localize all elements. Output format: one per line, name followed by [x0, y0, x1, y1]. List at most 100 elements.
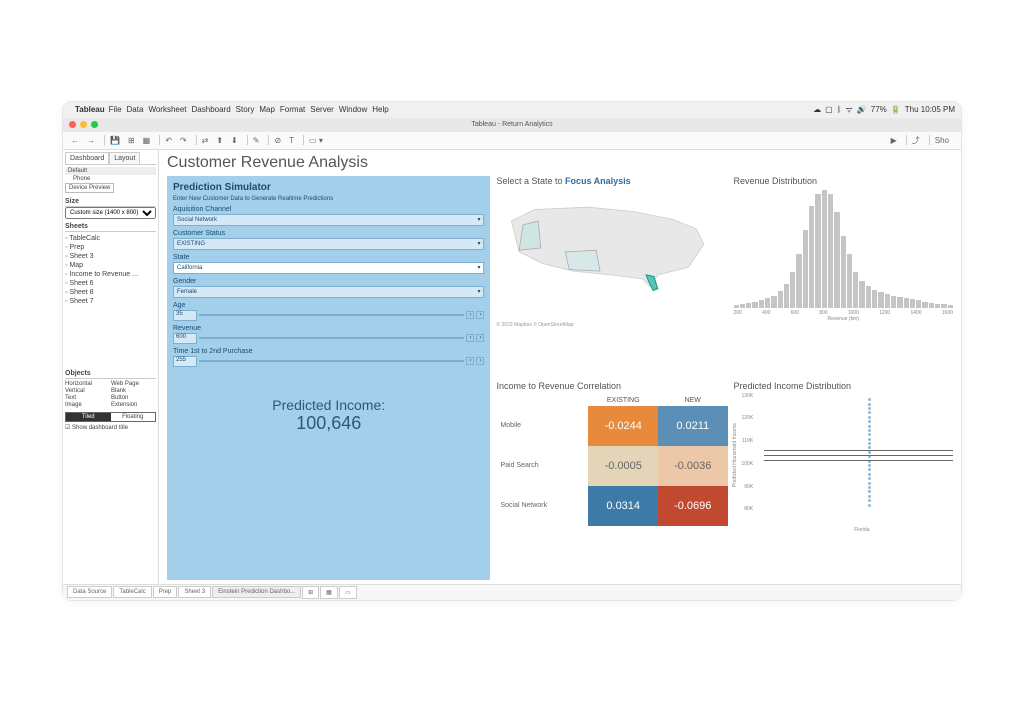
volume-icon[interactable]: 🔊 — [857, 105, 867, 114]
next-icon: › — [476, 311, 484, 319]
new-worksheet-button[interactable]: ⊞ — [302, 586, 319, 599]
battery-level[interactable]: 77% — [871, 105, 887, 114]
sheet-item[interactable]: Map — [65, 261, 156, 270]
prediction-simulator: Prediction Simulator Enter New Customer … — [167, 176, 490, 580]
fit-dropdown[interactable]: ▭ ▾ — [307, 135, 325, 146]
obj-text[interactable]: Text — [65, 395, 110, 401]
map-attribution: © 2023 Mapbox © OpenStreetMap — [496, 322, 573, 328]
sheet-item[interactable]: Sheet 3 — [65, 252, 156, 261]
sheet-tab[interactable]: Prep — [153, 586, 178, 598]
obj-extension[interactable]: Extension — [111, 402, 156, 408]
fullscreen-window-button[interactable] — [91, 121, 98, 128]
sheet-item[interactable]: Prep — [65, 243, 156, 252]
show-title-checkbox[interactable]: ☑ Show dashboard title — [65, 424, 156, 431]
undo-button[interactable]: ↶ — [163, 135, 174, 146]
sheet-item[interactable]: Sheet 7 — [65, 297, 156, 306]
battery-icon[interactable]: 🔋 — [891, 105, 901, 114]
sheet-item[interactable]: Income to Revenue ... — [65, 270, 156, 279]
state-label: State — [173, 254, 484, 261]
obj-vertical[interactable]: Vertical — [65, 388, 110, 394]
heatmap-cell[interactable]: -0.0696 — [658, 486, 728, 526]
display-icon[interactable]: ▢ — [825, 105, 833, 114]
menu-file[interactable]: File — [109, 105, 122, 114]
forward-button[interactable]: → — [85, 135, 97, 146]
menu-story[interactable]: Story — [236, 105, 255, 114]
corr-title: Income to Revenue Correlation — [496, 381, 727, 391]
heatmap-cell[interactable]: 0.0314 — [588, 486, 658, 526]
menu-help[interactable]: Help — [372, 105, 388, 114]
tab-layout[interactable]: Layout — [109, 152, 140, 164]
new-sheet-button[interactable]: ▦ — [141, 135, 153, 146]
floating-button[interactable]: Floating — [111, 413, 156, 421]
sheet-tab-active[interactable]: Einstein Prediction Dashbo... — [212, 586, 301, 598]
sheet-item[interactable]: TableCalc — [65, 234, 156, 243]
menu-map[interactable]: Map — [259, 105, 275, 114]
back-button[interactable]: ← — [69, 135, 81, 146]
correlation-heatmap[interactable]: EXISTINGNEW Mobile-0.02440.0211 Paid Sea… — [496, 395, 727, 526]
device-preview-button[interactable]: Device Preview — [65, 183, 114, 193]
bluetooth-icon[interactable]: ᛒ — [837, 105, 842, 114]
app-name[interactable]: Tableau — [75, 105, 105, 114]
share-button[interactable]: ⤴ — [910, 134, 922, 147]
heatmap-cell[interactable]: -0.0244 — [588, 406, 658, 446]
sheet-tab[interactable]: Sheet 3 — [178, 586, 211, 598]
tiled-button[interactable]: Tiled — [66, 413, 111, 421]
channel-select[interactable]: Social Network▾ — [173, 214, 484, 226]
revenue-label: Revenue — [173, 325, 484, 332]
menu-server[interactable]: Server — [310, 105, 334, 114]
clock[interactable]: Thu 10:05 PM — [905, 105, 955, 114]
obj-webpage[interactable]: Web Page — [111, 381, 156, 387]
age-slider[interactable]: 35‹› — [173, 310, 484, 321]
heatmap-cell[interactable]: 0.0211 — [658, 406, 728, 446]
histogram[interactable]: 200 400 600 800 1000 1200 1400 1600 Reve… — [734, 188, 953, 328]
obj-button[interactable]: Button — [111, 395, 156, 401]
sort-desc-button[interactable]: ⬇ — [229, 135, 240, 146]
state-select[interactable]: California▾ — [173, 262, 484, 274]
highlight-button[interactable]: ✎ — [251, 135, 262, 146]
redo-button[interactable]: ↷ — [178, 135, 189, 146]
chevron-down-icon: ▾ — [477, 288, 480, 295]
obj-horizontal[interactable]: Horizontal — [65, 381, 110, 387]
data-source-tab[interactable]: Data Source — [67, 586, 112, 598]
document-title: Tableau - Return Analytics — [471, 121, 552, 128]
scatter-plot[interactable]: Predicted Household Income 130K 120K 110… — [734, 393, 953, 533]
menu-format[interactable]: Format — [280, 105, 305, 114]
presentation-button[interactable]: ▶ — [889, 135, 899, 146]
obj-blank[interactable]: Blank — [111, 388, 156, 394]
new-datasource-button[interactable]: ⊞ — [126, 135, 137, 146]
new-dashboard-button[interactable]: ▦ — [320, 586, 338, 599]
sheet-tab[interactable]: TableCalc — [113, 586, 151, 598]
dashboard-canvas: Customer Revenue Analysis Select a State… — [159, 150, 961, 584]
menu-data[interactable]: Data — [127, 105, 144, 114]
heatmap-cell[interactable]: -0.0005 — [588, 446, 658, 486]
save-button[interactable]: 💾 — [108, 135, 122, 146]
sheet-item[interactable]: Sheet 8 — [65, 288, 156, 297]
device-phone[interactable]: Phone — [65, 176, 156, 182]
heatmap-cell[interactable]: -0.0036 — [658, 446, 728, 486]
menu-dashboard[interactable]: Dashboard — [192, 105, 231, 114]
revenue-slider[interactable]: 600‹› — [173, 333, 484, 344]
sheet-item[interactable]: Sheet 6 — [65, 279, 156, 288]
obj-image[interactable]: Image — [65, 402, 110, 408]
device-default[interactable]: Default — [65, 167, 156, 175]
menu-window[interactable]: Window — [339, 105, 367, 114]
cloud-icon[interactable]: ☁ — [813, 105, 821, 114]
label-button[interactable]: T — [287, 135, 296, 146]
minimize-window-button[interactable] — [80, 121, 87, 128]
size-select[interactable]: Custom size (1400 x 800) — [65, 207, 156, 219]
time-slider[interactable]: 255‹› — [173, 356, 484, 367]
menu-worksheet[interactable]: Worksheet — [148, 105, 186, 114]
show-me-button[interactable]: Sho — [933, 135, 951, 146]
close-window-button[interactable] — [69, 121, 76, 128]
gender-select[interactable]: Female▾ — [173, 286, 484, 298]
status-select[interactable]: EXISTING▾ — [173, 238, 484, 250]
us-map[interactable]: © 2023 Mapbox © OpenStreetMap — [496, 188, 727, 328]
sheet-tabs-bar: Data Source TableCalc Prep Sheet 3 Einst… — [63, 584, 961, 600]
swap-button[interactable]: ⇄ — [200, 135, 211, 146]
sort-asc-button[interactable]: ⬆ — [214, 135, 225, 146]
group-button[interactable]: ⊘ — [272, 135, 283, 146]
wifi-icon[interactable]: ᯤ — [845, 104, 852, 115]
focus-link[interactable]: Focus Analysis — [565, 176, 631, 186]
new-story-button[interactable]: ▭ — [339, 586, 357, 599]
tab-dashboard[interactable]: Dashboard — [65, 152, 109, 164]
